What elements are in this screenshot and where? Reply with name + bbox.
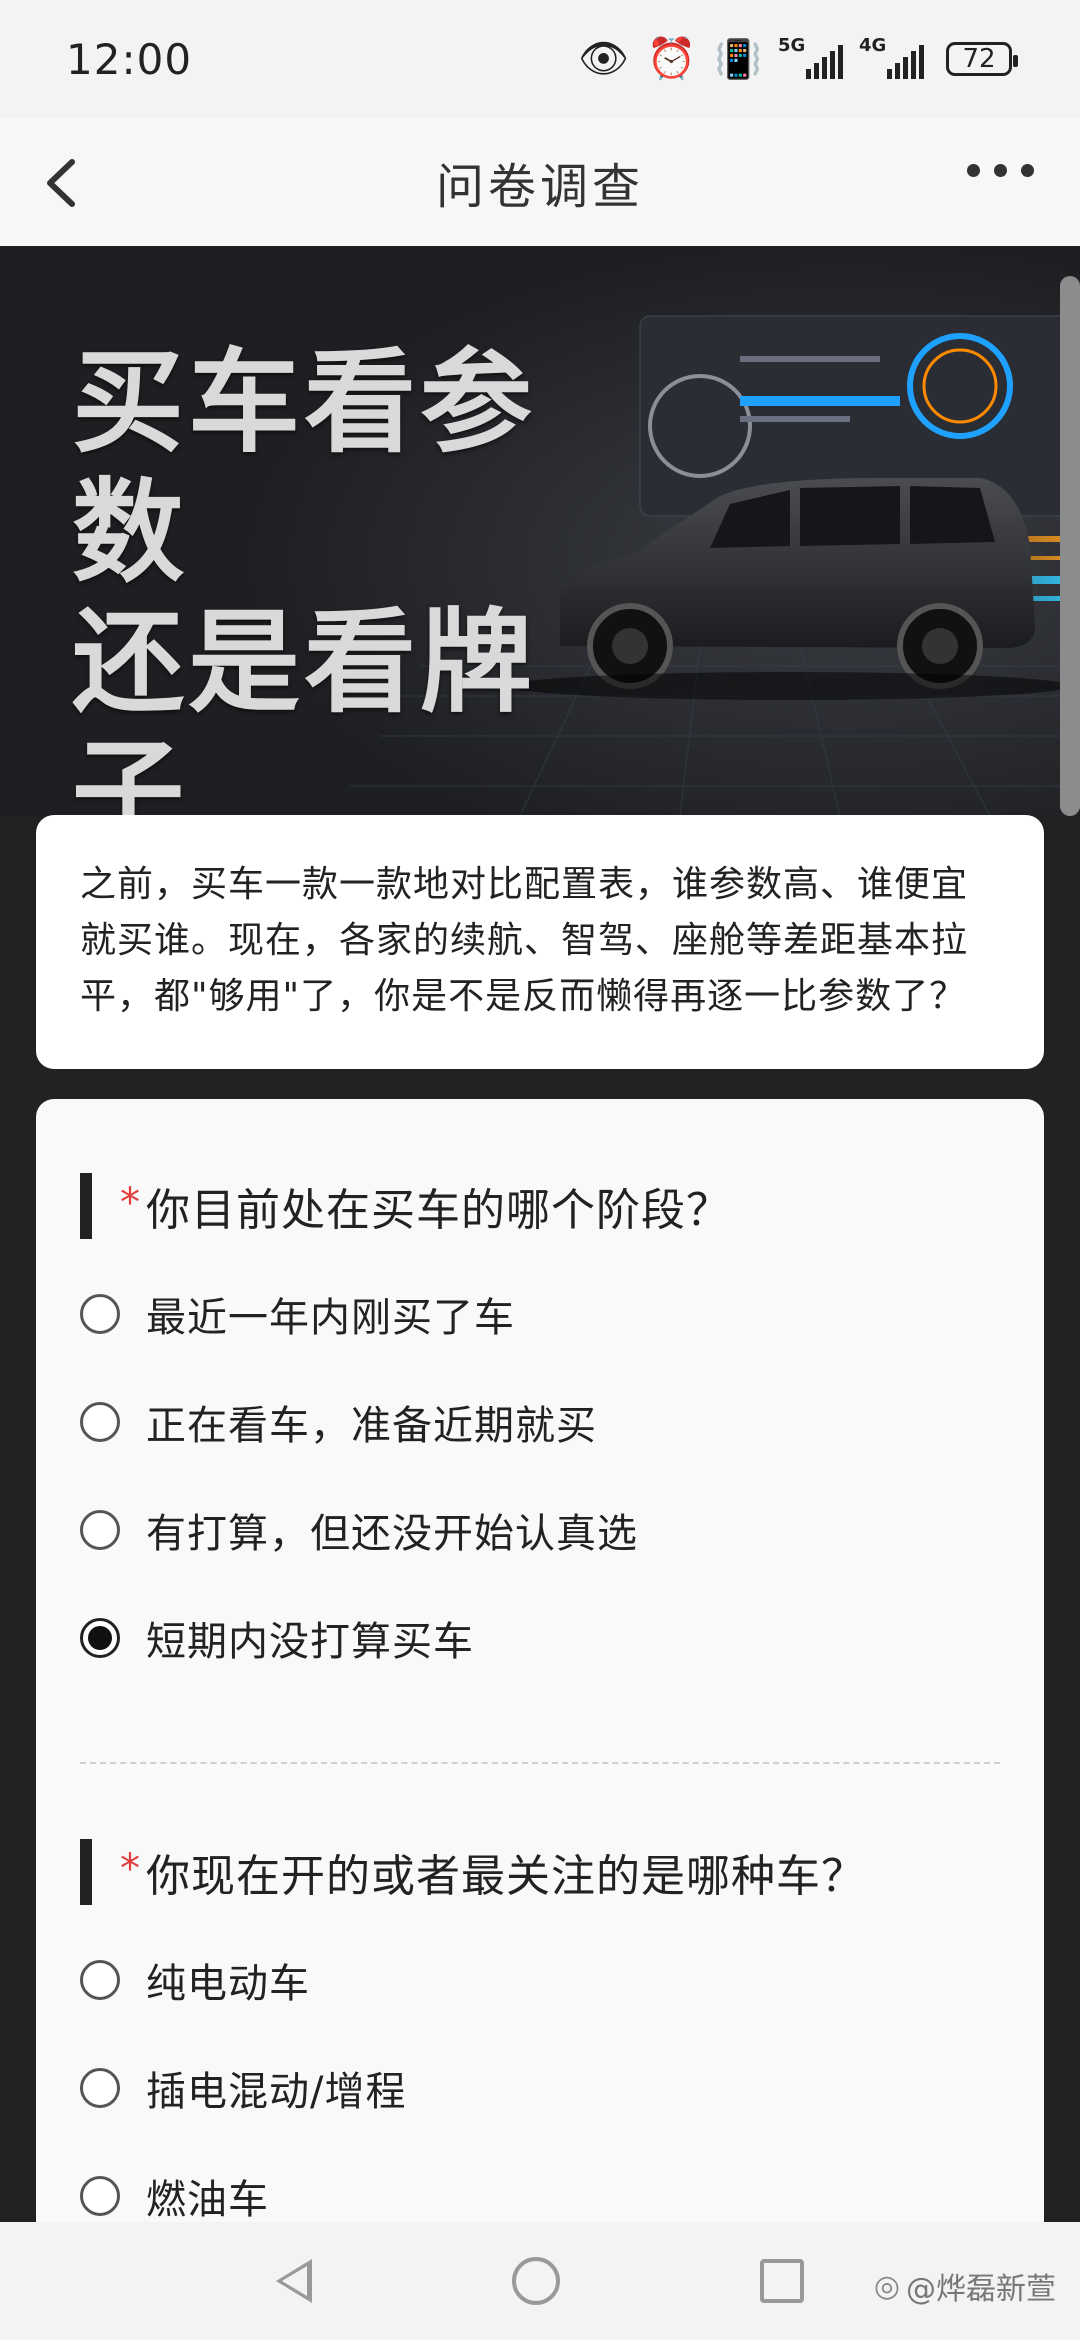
q1-option-3[interactable]: 有打算，但还没开始认真选: [80, 1501, 638, 1559]
alarm-icon: ⏰: [646, 36, 697, 82]
q1-option-1[interactable]: 最近一年内刚买了车: [80, 1285, 515, 1343]
option-label: 燃油车: [146, 2177, 269, 2223]
option-label: 最近一年内刚买了车: [146, 1295, 515, 1341]
watermark: ◎ @烨磊新萱: [874, 2264, 1056, 2308]
intro-text: 之前，买车一款一款地对比配置表，谁参数高、谁便宜就买谁。现在，各家的续航、智驾、…: [80, 864, 969, 1017]
radio-button[interactable]: [80, 2176, 120, 2216]
page-title: 问卷调查: [435, 159, 644, 215]
q2-option-3[interactable]: 燃油车: [80, 2167, 269, 2225]
radio-button[interactable]: [80, 1294, 120, 1334]
watermark-text: @烨磊新萱: [906, 2272, 1056, 2307]
radio-button[interactable]: [80, 1402, 120, 1442]
radio-button[interactable]: [80, 2068, 120, 2108]
status-icons: 👁 ⏰ 📳 5G 4G 72: [578, 35, 1018, 82]
status-time: 12:00: [66, 34, 193, 84]
signal-4g-label: 4G: [859, 35, 887, 56]
radio-button-selected[interactable]: [80, 1618, 120, 1658]
question-card: * 你目前处在买车的哪个阶段？ 最近一年内刚买了车 正在看车，准备近期就买 有打…: [36, 1099, 1044, 2340]
banner-title-line1: 买车看参数: [72, 338, 536, 598]
q1-option-4[interactable]: 短期内没打算买车: [80, 1609, 474, 1667]
back-arrow-icon[interactable]: [30, 148, 100, 218]
q1-option-2[interactable]: 正在看车，准备近期就买: [80, 1393, 597, 1451]
intro-card: 之前，买车一款一款地对比配置表，谁参数高、谁便宜就买谁。现在，各家的续航、智驾、…: [36, 815, 1044, 1069]
signal-4g-icon: 4G: [859, 35, 924, 79]
required-mark: *: [120, 1180, 140, 1226]
signal-5g-icon: 5G: [778, 35, 843, 79]
option-label: 有打算，但还没开始认真选: [146, 1511, 638, 1557]
option-label: 正在看车，准备近期就买: [146, 1403, 597, 1449]
question-marker: [80, 1839, 92, 1905]
nav-bar: 问卷调查: [0, 118, 1080, 246]
radio-button[interactable]: [80, 1510, 120, 1550]
q2-option-1[interactable]: 纯电动车: [80, 1951, 310, 2009]
option-label: 短期内没打算买车: [146, 1619, 474, 1665]
more-options-icon[interactable]: [967, 164, 1034, 177]
battery-level: 72: [962, 44, 996, 74]
vibrate-icon: 📳: [714, 37, 762, 81]
radio-button[interactable]: [80, 1960, 120, 2000]
home-circle-icon[interactable]: [512, 2257, 560, 2305]
question-2-title: * 你现在开的或者最关注的是哪种车？: [80, 1839, 866, 1905]
option-label: 插电混动/增程: [146, 2069, 407, 2115]
recents-square-icon[interactable]: [760, 2259, 804, 2303]
question-2-text: 你现在开的或者最关注的是哪种车？: [146, 1851, 866, 1902]
question-divider: [80, 1762, 1000, 1764]
banner-image: 买车看参数 还是看牌子: [0, 246, 1080, 816]
weibo-icon: ◎: [873, 2268, 900, 2304]
eye-icon: 👁: [578, 36, 629, 82]
status-bar: 12:00 👁 ⏰ 📳 5G 4G 72: [0, 0, 1080, 118]
q2-option-2[interactable]: 插电混动/增程: [80, 2059, 406, 2117]
question-1-title: * 你目前处在买车的哪个阶段？: [80, 1173, 731, 1239]
option-label: 纯电动车: [146, 1961, 310, 2007]
question-1-text: 你目前处在买车的哪个阶段？: [146, 1185, 731, 1236]
question-marker: [80, 1173, 92, 1239]
battery-icon: 72: [946, 42, 1018, 76]
banner-title: 买车看参数 还是看牌子: [72, 338, 592, 816]
banner-title-line2: 还是看牌子: [72, 598, 536, 816]
screen: 12:00 👁 ⏰ 📳 5G 4G 72 问卷调查 买车看参数 还是看牌子 之前…: [0, 0, 1080, 2340]
required-mark: *: [120, 1846, 140, 1892]
signal-5g-label: 5G: [778, 35, 806, 56]
back-triangle-icon[interactable]: [276, 2259, 312, 2303]
